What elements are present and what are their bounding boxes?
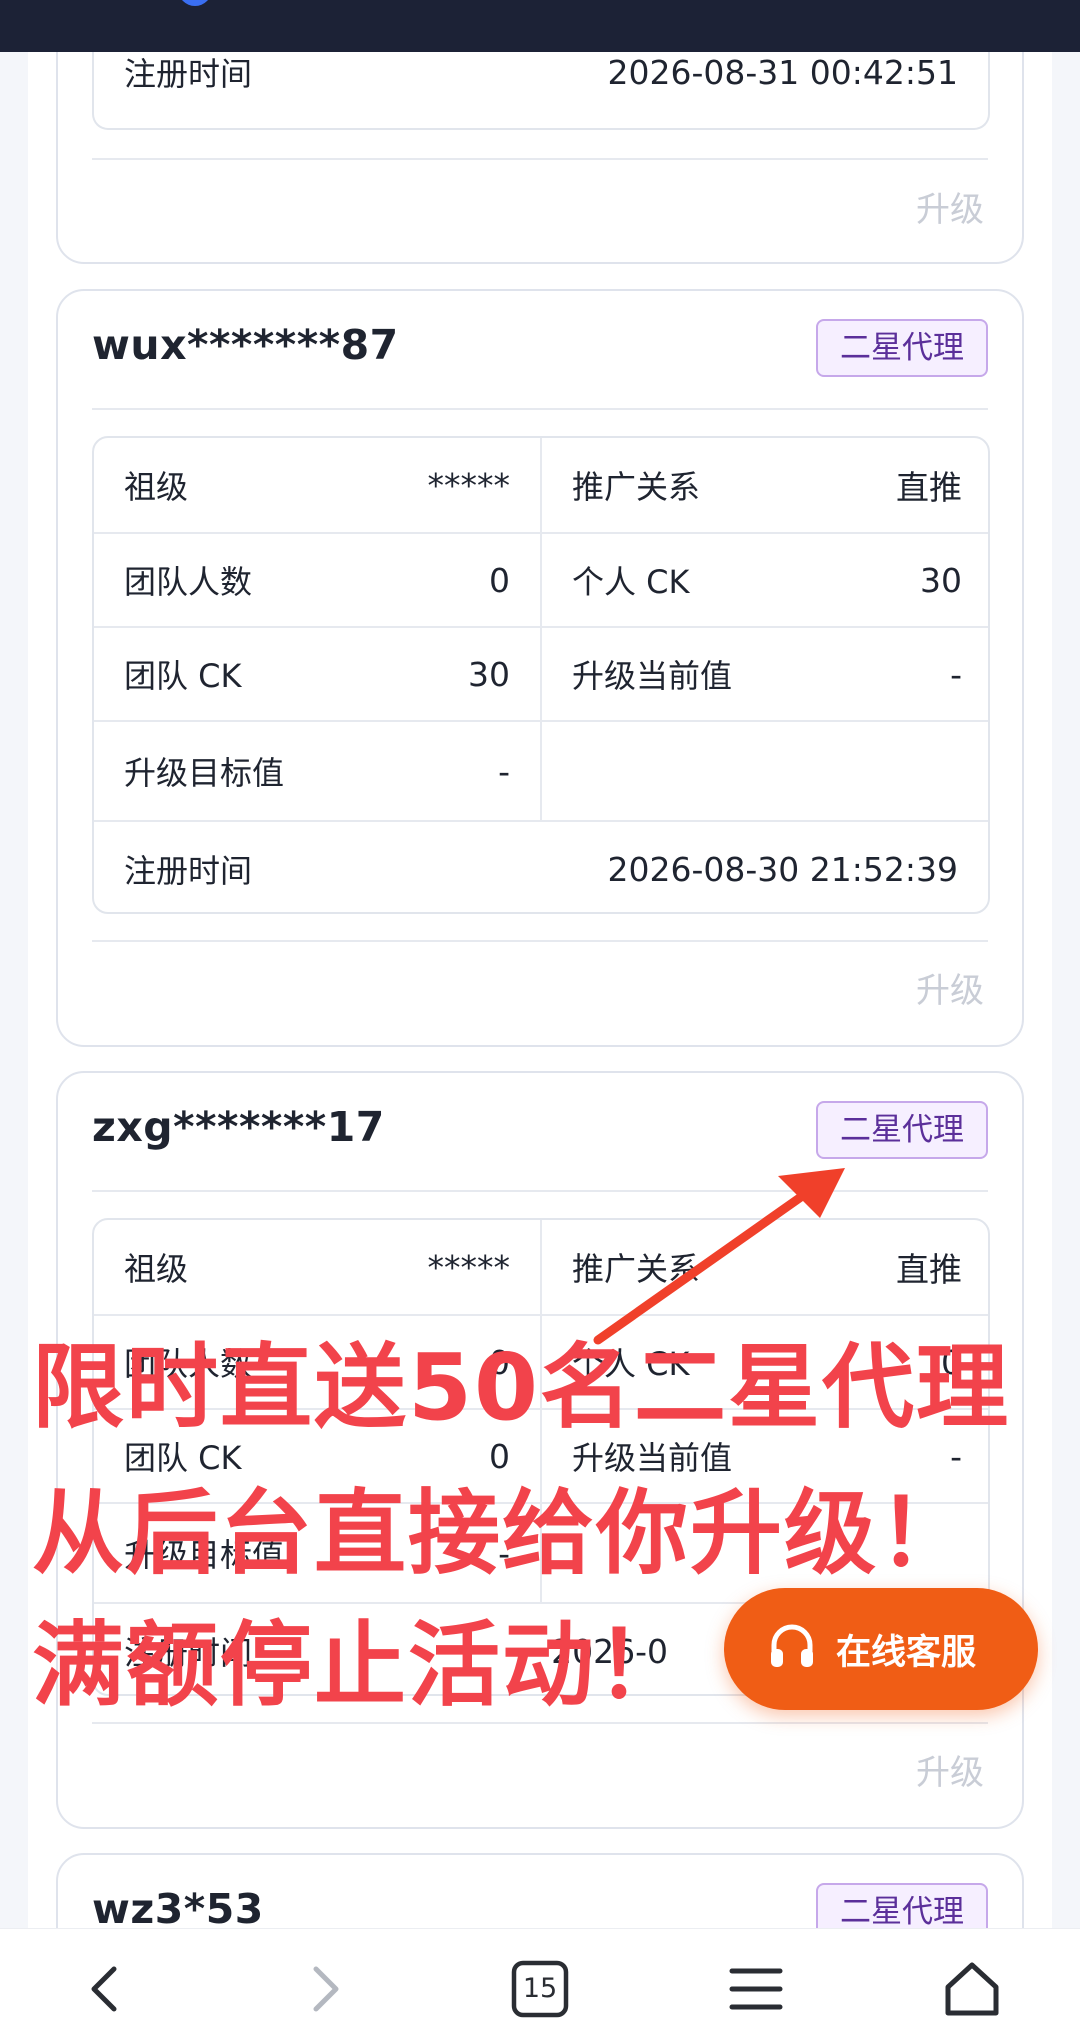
tab-count: 15 <box>522 1973 558 2004</box>
promo-line-2: 从后台直接给你升级！ <box>32 1480 973 1587</box>
register-time-value: 2026-08-31 00:42:51 <box>607 52 958 92</box>
info-table: 祖级 ***** 推广关系 直推 团队人数 0 个人 CK 30 团队 CK 30 升级当… <box>92 436 990 914</box>
field-value: 0 <box>489 560 510 600</box>
field-label: 升级目标值 <box>124 754 285 792</box>
agent-level-badge: 二星代理 <box>816 319 988 377</box>
field-label: 升级当前值 <box>572 657 733 695</box>
customer-service-label: 在线客服 <box>836 1632 977 1673</box>
agent-username: wux*******87 <box>92 321 399 369</box>
field-label: 祖级 <box>124 468 189 506</box>
headset-icon <box>766 1621 818 1677</box>
agent-level-badge: 二星代理 <box>816 1101 988 1159</box>
promo-line-1: 限时直送50名二星代理 <box>32 1334 1011 1441</box>
register-time-label: 注册时间 <box>124 55 253 93</box>
field-label: 推广关系 <box>572 1250 701 1288</box>
forward-icon[interactable] <box>292 1957 356 2021</box>
card-divider <box>92 158 988 160</box>
field-value: ***** <box>427 1247 511 1287</box>
card-divider <box>92 408 988 410</box>
field-label: 团队人数 <box>124 563 253 601</box>
tabs-button[interactable]: 15 <box>508 1957 572 2021</box>
field-value: 30 <box>920 560 962 600</box>
field-value: - <box>950 654 962 694</box>
field-value: - <box>498 751 510 791</box>
field-value: 0 <box>489 1436 510 1476</box>
register-time-value: 2026-08-30 21:52:39 <box>607 849 958 889</box>
agent-username: zxg*******17 <box>92 1103 385 1151</box>
upgrade-button[interactable]: 升级 <box>916 963 984 1012</box>
promo-line-3: 满额停止活动！ <box>32 1612 691 1719</box>
field-label: 团队 CK <box>124 657 242 695</box>
customer-service-button[interactable]: 在线客服 <box>724 1588 1038 1710</box>
browser-bottom-nav: 15 <box>0 1928 1080 2044</box>
home-icon[interactable] <box>940 1957 1004 2021</box>
field-label: 推广关系 <box>572 468 701 506</box>
agent-card: wux*******87 二星代理 祖级 ***** 推广关系 直推 团队人数 0 个… <box>56 289 1024 1047</box>
back-icon[interactable] <box>74 1957 138 2021</box>
upgrade-button[interactable]: 升级 <box>916 182 984 231</box>
field-label: 个人 CK <box>572 563 690 601</box>
field-value: 直推 <box>896 1250 962 1289</box>
upgrade-button[interactable]: 升级 <box>916 1745 984 1794</box>
field-label: 祖级 <box>124 1250 189 1288</box>
register-time-label: 注册时间 <box>124 852 253 890</box>
menu-icon[interactable] <box>724 1957 788 2021</box>
field-value: - <box>950 1436 962 1476</box>
top-status-bar <box>0 0 1080 52</box>
card-divider <box>92 1722 988 1724</box>
agent-username: wz3*53 <box>92 1885 264 1933</box>
field-value: 30 <box>468 654 510 694</box>
header-logo-icon <box>178 0 212 6</box>
field-value: 直推 <box>896 468 962 507</box>
field-value: ***** <box>427 465 511 505</box>
card-divider <box>92 940 988 942</box>
card-divider <box>92 1190 988 1192</box>
